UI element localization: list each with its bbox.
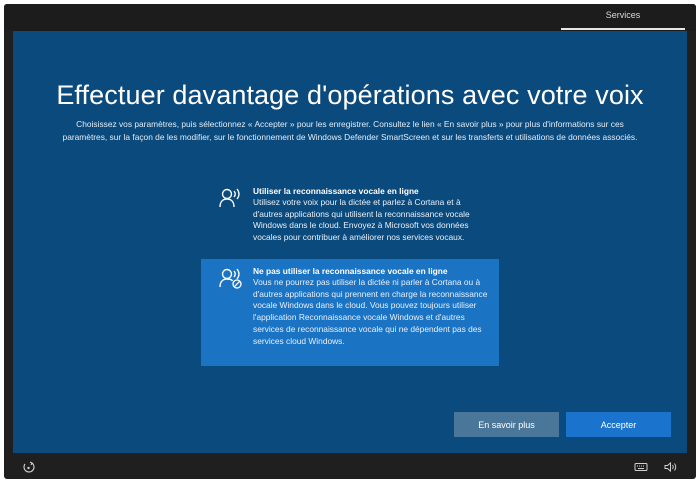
tab-underline: [561, 28, 685, 30]
option-online-speech[interactable]: Utiliser la reconnaissance vocale en lig…: [201, 179, 499, 254]
option-no-online-speech[interactable]: Ne pas utiliser la reconnaissance vocale…: [201, 259, 499, 366]
volume-icon[interactable]: [664, 460, 678, 473]
page-subtitle: Choisissez vos paramètres, puis sélectio…: [62, 119, 638, 142]
option-description: Vous ne pourrez pas utiliser la dictée n…: [253, 277, 488, 346]
learn-more-button[interactable]: En savoir plus: [454, 412, 559, 437]
accessibility-icon[interactable]: [22, 460, 36, 473]
keyboard-icon[interactable]: [634, 460, 648, 472]
top-bar: Services: [4, 4, 696, 31]
speech-recognition-off-icon: [219, 267, 243, 289]
main-panel: Effectuer davantage d'opérations avec vo…: [13, 31, 687, 453]
accept-button[interactable]: Accepter: [566, 412, 671, 437]
tab-services[interactable]: Services: [561, 4, 685, 31]
speech-recognition-icon: [219, 187, 243, 209]
oobe-window: Services Effectuer davantage d'opération…: [4, 4, 696, 479]
option-title: Ne pas utiliser la reconnaissance vocale…: [253, 266, 448, 276]
option-description: Utilisez votre voix pour la dictée et pa…: [253, 197, 470, 243]
option-title: Utiliser la reconnaissance vocale en lig…: [253, 186, 419, 196]
page-title: Effectuer davantage d'opérations avec vo…: [56, 80, 644, 110]
